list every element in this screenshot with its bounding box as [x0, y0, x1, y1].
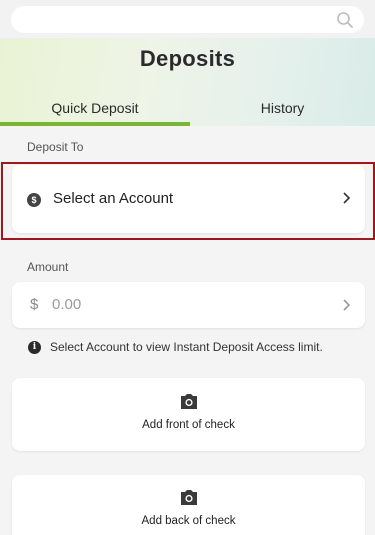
tab-quick-deposit[interactable]: Quick Deposit	[0, 96, 190, 126]
select-account-button[interactable]: $ Select an Account	[12, 165, 365, 233]
add-back-of-check-button[interactable]: Add back of check	[12, 475, 365, 535]
search-icon[interactable]	[336, 11, 354, 29]
chevron-right-icon	[343, 299, 351, 311]
camera-icon	[181, 394, 197, 409]
info-icon: i	[28, 341, 41, 354]
deposit-to-label: Deposit To	[27, 140, 84, 154]
amount-input[interactable]: 0.00	[52, 296, 81, 313]
add-front-of-check-button[interactable]: Add front of check	[12, 378, 365, 451]
tab-label: History	[260, 100, 305, 116]
amount-label: Amount	[27, 260, 69, 274]
amount-field[interactable]: $ 0.00	[12, 282, 365, 328]
add-front-label: Add front of check	[142, 419, 235, 431]
tab-bar: Quick Deposit History	[0, 96, 375, 126]
active-tab-indicator	[0, 122, 190, 126]
header: Deposits Quick Deposit History	[0, 0, 375, 126]
chevron-right-icon	[343, 192, 351, 204]
select-account-text: Select an Account	[53, 190, 174, 207]
tab-history[interactable]: History	[190, 96, 375, 126]
camera-icon	[181, 490, 197, 505]
info-text: Select Account to view Instant Deposit A…	[50, 340, 323, 354]
search-input[interactable]	[11, 6, 364, 33]
deposits-screen: Deposits Quick Deposit History Deposit T…	[0, 0, 375, 535]
page-title: Deposits	[139, 46, 236, 71]
dollar-circle-icon: $	[27, 193, 41, 207]
tab-label: Quick Deposit	[51, 100, 139, 116]
add-back-label: Add back of check	[141, 515, 236, 527]
currency-symbol: $	[30, 296, 39, 313]
